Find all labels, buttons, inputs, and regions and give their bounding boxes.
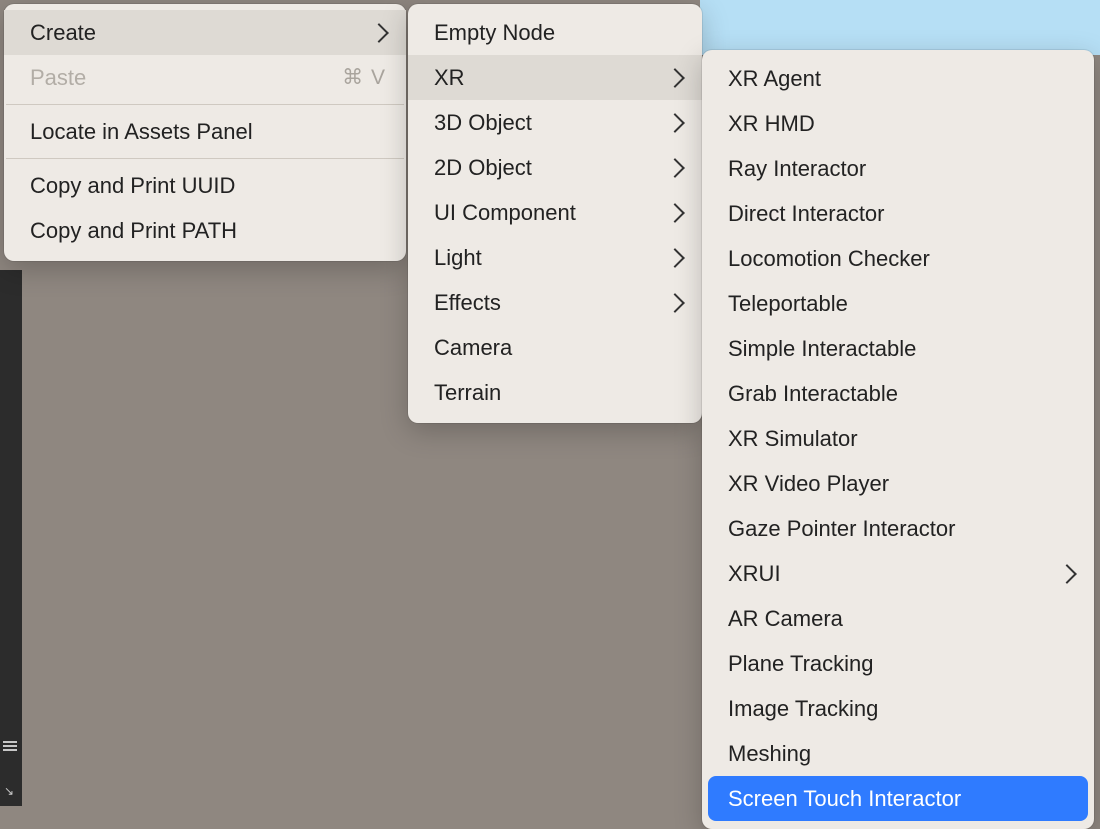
menu-item-label: Teleportable [728, 289, 1074, 318]
hamburger-icon[interactable] [3, 739, 17, 751]
top-blue-strip [700, 0, 1100, 55]
menu-item-label: Meshing [728, 739, 1074, 768]
menu-item-locate-in-assets[interactable]: Locate in Assets Panel [4, 109, 406, 154]
menu-item-2d-object[interactable]: 2D Object [408, 145, 702, 190]
menu-item-terrain[interactable]: Terrain [408, 370, 702, 415]
menu-item-label: Screen Touch Interactor [728, 784, 1074, 813]
menu-item-label: Create [30, 18, 354, 47]
menu-item-direct-interactor[interactable]: Direct Interactor [702, 191, 1094, 236]
menu-item-label: XR Simulator [728, 424, 1074, 453]
shortcut-label: ⌘ V [342, 63, 386, 92]
menu-item-light[interactable]: Light [408, 235, 702, 280]
menu-item-plane-tracking[interactable]: Plane Tracking [702, 641, 1094, 686]
menu-item-label: Locomotion Checker [728, 244, 1074, 273]
menu-item-screen-touch-interactor[interactable]: Screen Touch Interactor [708, 776, 1088, 821]
menu-item-label: Camera [434, 333, 682, 362]
menu-item-copy-path[interactable]: Copy and Print PATH [4, 208, 406, 253]
menu-item-label: Effects [434, 288, 650, 317]
menu-item-label: XRUI [728, 559, 1042, 588]
menu-item-label: Copy and Print UUID [30, 171, 386, 200]
menu-item-meshing[interactable]: Meshing [702, 731, 1094, 776]
menu-item-label: Terrain [434, 378, 682, 407]
menu-item-label: AR Camera [728, 604, 1074, 633]
menu-item-locomotion-checker[interactable]: Locomotion Checker [702, 236, 1094, 281]
menu-item-camera[interactable]: Camera [408, 325, 702, 370]
menu-item-label: Locate in Assets Panel [30, 117, 386, 146]
menu-item-xr-simulator[interactable]: XR Simulator [702, 416, 1094, 461]
menu-item-effects[interactable]: Effects [408, 280, 702, 325]
menu-item-xr-hmd[interactable]: XR HMD [702, 101, 1094, 146]
menu-item-paste: Paste ⌘ V [4, 55, 406, 100]
chevron-right-icon [369, 23, 389, 43]
menu-item-label: 3D Object [434, 108, 650, 137]
menu-item-xrui[interactable]: XRUI [702, 551, 1094, 596]
menu-item-label: Empty Node [434, 18, 682, 47]
menu-separator [6, 104, 404, 105]
menu-item-empty-node[interactable]: Empty Node [408, 10, 702, 55]
menu-item-ar-camera[interactable]: AR Camera [702, 596, 1094, 641]
chevron-right-icon [665, 203, 685, 223]
context-menu[interactable]: Create Paste ⌘ V Locate in Assets Panel … [4, 4, 406, 261]
chevron-right-icon [665, 293, 685, 313]
menu-item-label: Simple Interactable [728, 334, 1074, 363]
chevron-right-icon [665, 68, 685, 88]
menu-item-label: Gaze Pointer Interactor [728, 514, 1074, 543]
menu-item-label: XR [434, 63, 650, 92]
menu-item-ray-interactor[interactable]: Ray Interactor [702, 146, 1094, 191]
menu-item-grab-interactable[interactable]: Grab Interactable [702, 371, 1094, 416]
menu-item-xr-agent[interactable]: XR Agent [702, 56, 1094, 101]
menu-item-3d-object[interactable]: 3D Object [408, 100, 702, 145]
menu-item-label: 2D Object [434, 153, 650, 182]
chevron-right-icon [665, 248, 685, 268]
menu-item-xr-video-player[interactable]: XR Video Player [702, 461, 1094, 506]
chevron-right-icon [1057, 564, 1077, 584]
menu-item-label: Grab Interactable [728, 379, 1074, 408]
chevron-right-icon [665, 113, 685, 133]
menu-item-label: Light [434, 243, 650, 272]
menu-item-image-tracking[interactable]: Image Tracking [702, 686, 1094, 731]
menu-item-label: XR Video Player [728, 469, 1074, 498]
menu-item-label: Plane Tracking [728, 649, 1074, 678]
xr-submenu[interactable]: XR Agent XR HMD Ray Interactor Direct In… [702, 50, 1094, 829]
menu-item-teleportable[interactable]: Teleportable [702, 281, 1094, 326]
chevron-right-icon [665, 158, 685, 178]
menu-item-label: UI Component [434, 198, 650, 227]
menu-item-label: Image Tracking [728, 694, 1074, 723]
toolbar-arrow-icon[interactable]: ↘ [4, 784, 14, 798]
menu-item-label: Ray Interactor [728, 154, 1074, 183]
menu-item-label: XR HMD [728, 109, 1074, 138]
left-toolbar: ↘ [0, 270, 22, 806]
menu-item-label: Direct Interactor [728, 199, 1074, 228]
menu-item-ui-component[interactable]: UI Component [408, 190, 702, 235]
create-submenu[interactable]: Empty Node XR 3D Object 2D Object UI Com… [408, 4, 702, 423]
menu-item-simple-interactable[interactable]: Simple Interactable [702, 326, 1094, 371]
menu-separator [6, 158, 404, 159]
menu-item-label: Copy and Print PATH [30, 216, 386, 245]
menu-item-gaze-pointer-interactor[interactable]: Gaze Pointer Interactor [702, 506, 1094, 551]
menu-item-xr[interactable]: XR [408, 55, 702, 100]
menu-item-label: XR Agent [728, 64, 1074, 93]
menu-item-label: Paste [30, 63, 342, 92]
menu-item-create[interactable]: Create [4, 10, 406, 55]
menu-item-copy-uuid[interactable]: Copy and Print UUID [4, 163, 406, 208]
